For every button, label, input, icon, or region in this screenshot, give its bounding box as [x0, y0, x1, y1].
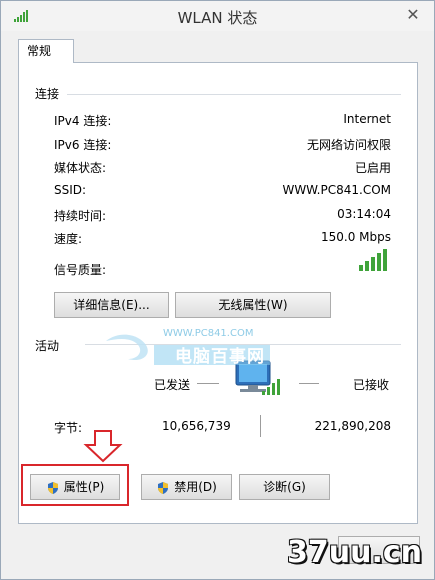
- speed-value: 150.0 Mbps: [320, 230, 391, 244]
- connection-section-title: 连接: [35, 87, 60, 101]
- properties-button-label: 属性(P): [63, 480, 105, 494]
- annotation-arrow-icon: [83, 430, 123, 463]
- general-panel: 连接 IPv4 连接: Internet IPv6 连接: 无网络访问权限 媒体…: [18, 62, 418, 524]
- sent-connector-line: [197, 383, 219, 384]
- properties-button[interactable]: 属性(P): [30, 474, 120, 500]
- disable-button[interactable]: 禁用(D): [141, 474, 232, 500]
- ssid-value: WWW.PC841.COM: [282, 183, 391, 197]
- corner-watermark: 37uu.cn: [287, 535, 422, 570]
- speed-label: 速度:: [54, 232, 83, 246]
- received-connector-line: [299, 383, 319, 384]
- ipv4-value: Internet: [343, 112, 391, 126]
- signal-strength-icon: [359, 249, 387, 271]
- wlan-status-dialog: WLAN 状态 ✕ 常规 连接 IPv4 连接: Internet IPv6 连…: [0, 0, 435, 580]
- media-state-value: 已启用: [354, 161, 391, 175]
- window-title: WLAN 状态: [177, 9, 258, 27]
- duration-value: 03:14:04: [337, 207, 391, 221]
- received-bytes-value: 221,890,208: [314, 419, 391, 433]
- close-window-button[interactable]: ✕: [402, 5, 424, 25]
- site-url-watermark: WWW.PC841.COM: [163, 328, 254, 339]
- received-label: 已接收: [353, 378, 390, 392]
- site-name-watermark: 电脑百事网: [175, 347, 265, 367]
- section-divider: [67, 94, 401, 95]
- sent-label: 已发送: [154, 378, 191, 392]
- sent-bytes-value: 10,656,739: [162, 419, 231, 433]
- disable-button-label: 禁用(D): [174, 480, 217, 494]
- bytes-separator: [260, 415, 261, 437]
- uac-shield-icon: [47, 481, 58, 494]
- ipv6-label: IPv6 连接:: [54, 138, 112, 152]
- title-bar[interactable]: WLAN 状态 ✕: [1, 1, 434, 31]
- details-button[interactable]: 详细信息(E)...: [54, 292, 169, 318]
- wireless-properties-button[interactable]: 无线属性(W): [175, 292, 331, 318]
- tab-general[interactable]: 常规: [18, 39, 74, 63]
- activity-section-title: 活动: [35, 339, 60, 353]
- ssid-label: SSID:: [54, 183, 87, 197]
- bytes-label: 字节:: [54, 421, 83, 435]
- signal-quality-label: 信号质量:: [54, 263, 107, 277]
- uac-shield-icon: [158, 481, 169, 494]
- ipv4-label: IPv4 连接:: [54, 114, 112, 128]
- diagnose-button[interactable]: 诊断(G): [239, 474, 330, 500]
- media-state-label: 媒体状态:: [54, 161, 107, 175]
- duration-label: 持续时间:: [54, 209, 107, 223]
- ipv6-value: 无网络访问权限: [306, 138, 391, 152]
